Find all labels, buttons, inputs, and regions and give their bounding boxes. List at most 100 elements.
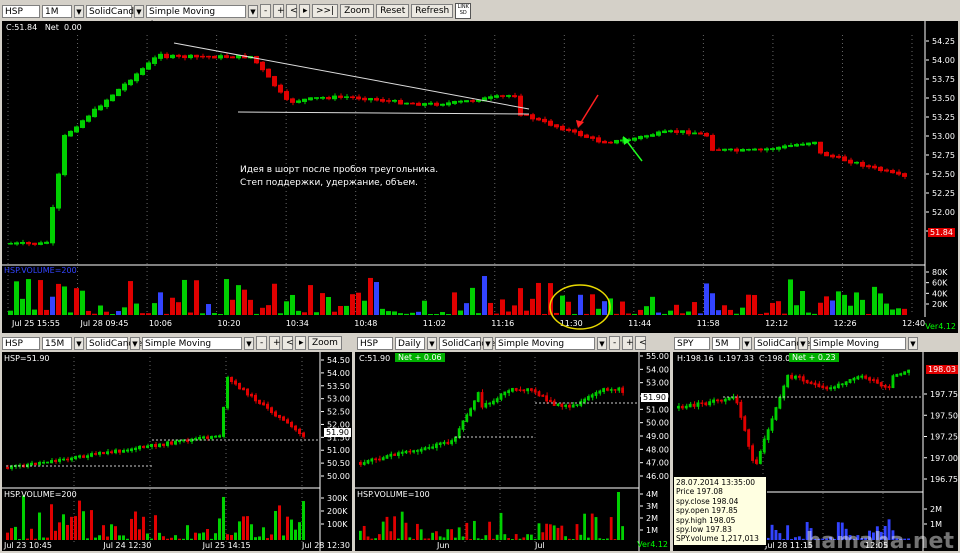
scroll-left-button[interactable]: < <box>635 336 647 350</box>
candle <box>722 148 727 151</box>
panel-c-chart[interactable]: 197.75 197.50 197.25 197.00 196.75 2M 1M Jul 28… <box>673 352 958 551</box>
price-tick-label: 53.25 <box>932 113 955 122</box>
candle <box>797 375 801 378</box>
candle <box>104 99 109 107</box>
indicator-select[interactable]: Simple Moving Average <box>142 336 242 362</box>
candle <box>374 98 379 101</box>
main-chart-canvas[interactable]: 54.25 54.00 53.75 53.50 53.25 53.00 52.75 52.50… <box>2 21 958 333</box>
volume-bar <box>126 538 129 540</box>
candle <box>114 449 117 454</box>
refresh-button[interactable]: Refresh <box>411 4 454 18</box>
chart-type-select[interactable]: SolidCandle <box>86 336 142 350</box>
candle <box>594 392 598 396</box>
main-chart[interactable]: 54.25 54.00 53.75 53.50 53.25 53.00 52.75 52.50… <box>2 21 958 333</box>
candle <box>298 428 301 435</box>
chart-type-select[interactable]: SolidCandle <box>439 336 495 350</box>
scroll-left-button[interactable]: < <box>282 336 294 350</box>
candle <box>294 425 297 431</box>
scroll-end-button[interactable]: >>| <box>312 4 339 18</box>
candle <box>700 402 704 404</box>
volume-tick-label: 60K <box>932 279 948 288</box>
chevron-down-icon[interactable]: ▼ <box>248 4 258 18</box>
zoom-in-button[interactable]: + <box>273 4 285 18</box>
chevron-down-icon[interactable]: ▼ <box>427 336 437 350</box>
panel-b-canvas[interactable]: 55.0054.0053.0052.0051.0050.0049.0048.00… <box>355 352 670 551</box>
chevron-down-icon[interactable]: ▼ <box>74 4 84 18</box>
tooltip-line: spy.close 198.04 <box>676 496 739 506</box>
time-tick-label: 12:40 <box>902 319 925 328</box>
symbol-field[interactable]: SPY <box>674 336 710 350</box>
zoom-out-button[interactable]: - <box>260 4 271 18</box>
candle <box>506 95 511 97</box>
candle <box>446 102 451 106</box>
zoom-out-button[interactable]: - <box>256 336 267 350</box>
scroll-right-button[interactable]: ▸ <box>299 4 310 18</box>
candle <box>590 136 595 139</box>
symbol-field[interactable]: HSP <box>2 336 40 350</box>
volume-bar <box>254 537 257 540</box>
zoom-in-button[interactable]: + <box>269 336 281 350</box>
panel-a-canvas[interactable]: 54.5054.0053.5053.0052.5052.0051.5051.00… <box>2 352 352 551</box>
chart-type-select[interactable]: SolidCandle <box>754 336 810 350</box>
candle <box>90 453 93 457</box>
panel-a-chart[interactable]: 54.50 54.00 53.50 53.00 52.50 52.00 51.50 51.00… <box>2 352 352 551</box>
indicator-select[interactable]: Simple Moving Average <box>146 4 246 30</box>
candle <box>854 161 859 164</box>
chevron-down-icon[interactable]: ▼ <box>244 336 254 350</box>
tooltip-line: 28.07.2014 13:35:00 <box>676 478 756 487</box>
panel-b-chart[interactable]: 55.0054.0053.0052.0051.0050.0049.0048.00… <box>355 352 670 551</box>
candle <box>800 143 805 146</box>
link-icon[interactable]: LINK SD <box>455 3 472 19</box>
volume-bar <box>476 313 481 315</box>
candle <box>8 242 13 245</box>
volume-bar <box>238 521 241 540</box>
interval-select[interactable]: 1M <box>42 4 72 18</box>
volume-bar <box>146 533 149 540</box>
chevron-down-icon[interactable]: ▼ <box>483 336 493 350</box>
chevron-down-icon[interactable]: ▼ <box>798 336 808 350</box>
symbol-field[interactable]: HSP <box>2 4 40 18</box>
candle <box>500 95 505 97</box>
volume-tick-label: 2M <box>646 514 658 523</box>
chevron-down-icon[interactable]: ▼ <box>130 336 140 350</box>
indicator-select[interactable]: Simple Moving Average <box>810 336 906 362</box>
chevron-down-icon[interactable]: ▼ <box>597 336 607 350</box>
candle <box>776 146 781 150</box>
candle <box>230 376 233 383</box>
chevron-down-icon[interactable]: ▼ <box>908 336 918 350</box>
chevron-down-icon[interactable]: ▼ <box>742 336 752 350</box>
chart-type-select[interactable]: SolidCandle <box>86 4 142 18</box>
candle <box>613 389 617 391</box>
candle <box>286 419 289 424</box>
volume-bar <box>286 516 289 540</box>
volume-bar <box>506 311 511 315</box>
indicator-select[interactable]: Simple Moving Average <box>495 336 595 362</box>
symbol-field[interactable]: HSP <box>357 336 393 350</box>
chevron-down-icon[interactable]: ▼ <box>74 336 84 350</box>
support-trendline <box>237 111 530 115</box>
volume-bar <box>56 283 61 315</box>
zoom-in-button[interactable]: + <box>622 336 634 350</box>
candle <box>598 390 602 394</box>
time-tick-label: Jul 23 10:45 <box>3 541 52 550</box>
volume-bar <box>90 510 93 540</box>
interval-select[interactable]: Daily <box>395 336 425 350</box>
candle <box>226 376 229 409</box>
scroll-right-button[interactable]: ▸ <box>295 336 306 350</box>
volume-bar <box>492 538 495 540</box>
zoom-out-button[interactable]: - <box>609 336 620 350</box>
candle <box>122 83 127 91</box>
candle <box>548 120 553 126</box>
interval-select[interactable]: 5M <box>712 336 740 350</box>
candle <box>128 79 133 86</box>
candle <box>374 458 377 461</box>
chevron-down-icon[interactable]: ▼ <box>134 4 144 18</box>
volume-bar <box>162 536 165 540</box>
volume-bar <box>386 311 391 315</box>
scroll-left-button[interactable]: < <box>286 4 298 18</box>
interval-select[interactable]: 15M <box>42 336 72 350</box>
reset-button[interactable]: Reset <box>376 4 410 18</box>
zoom-button[interactable]: Zoom <box>308 336 342 350</box>
zoom-button[interactable]: Zoom <box>340 4 375 18</box>
volume-bar <box>461 536 465 540</box>
